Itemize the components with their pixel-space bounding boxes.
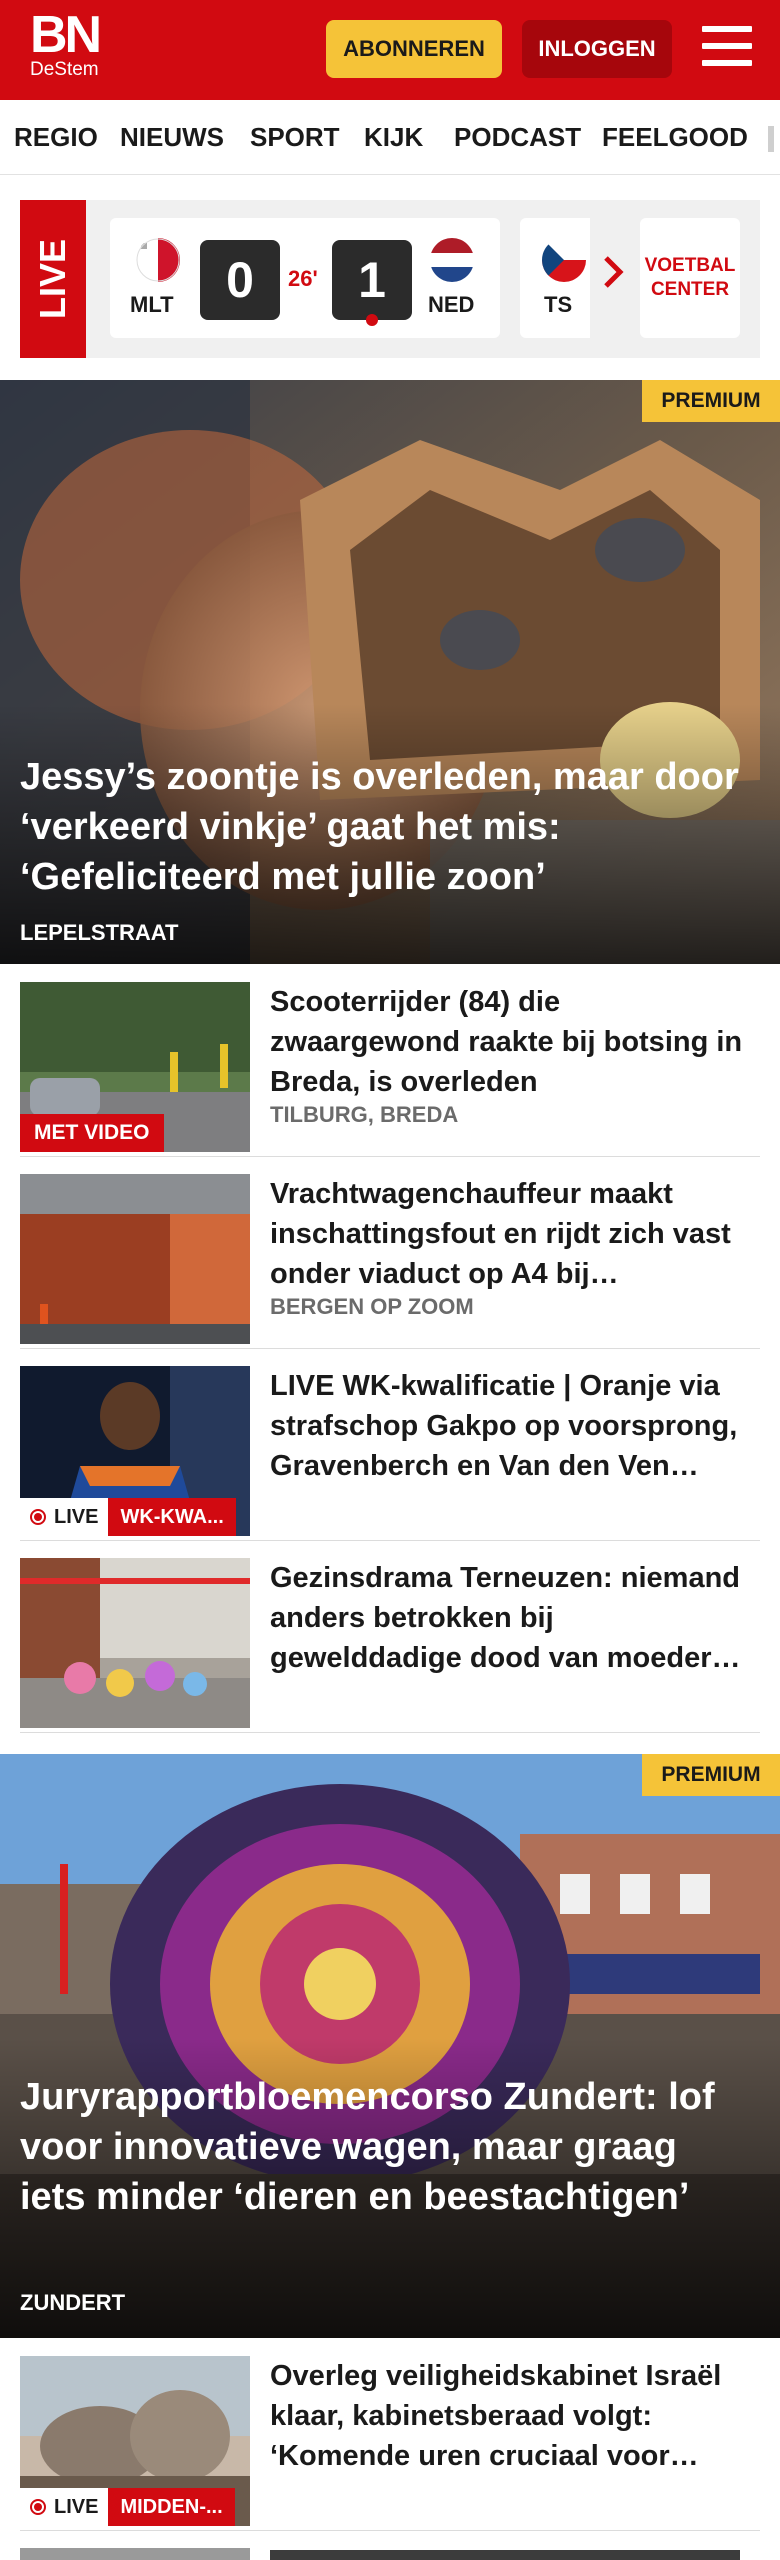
hero-title[interactable]: Jessy’s zoontje is overleden, maar door … xyxy=(20,752,740,902)
away-score: 1 xyxy=(332,240,412,320)
live-dot-label: LIVE xyxy=(20,1498,109,1536)
article-title[interactable]: Vrachtwagenchauffeur maakt inschattingsf… xyxy=(270,1174,750,1294)
voetbal-center-link[interactable]: VOETBAL CENTER xyxy=(640,218,740,338)
home-team: MLT xyxy=(130,292,174,317)
next-article-title-peek xyxy=(270,2550,740,2560)
next-article-thumbnail-peek xyxy=(20,2548,250,2560)
nav-item-podcast[interactable]: PODCAST xyxy=(454,122,581,153)
logo-sub: DeStem xyxy=(30,59,99,80)
list-item[interactable]: LIVE WK-KWA... LIVE WK-kwalificatie | Or… xyxy=(20,1348,760,1541)
nav-item-feelgood[interactable]: FEELGOOD xyxy=(602,122,748,153)
topic-badge: MIDDEN-... xyxy=(108,2488,235,2526)
hero-article[interactable]: PREMIUM Juryrapportbloemencorso Zundert:… xyxy=(0,1754,780,2338)
live-dot-icon xyxy=(30,1509,46,1525)
article-thumbnail xyxy=(20,1558,250,1728)
article-title[interactable]: Gezinsdrama Terneuzen: niemand anders be… xyxy=(270,1558,750,1678)
article-thumbnail: LIVE MIDDEN-... xyxy=(20,2356,250,2526)
article-location: BERGEN OP ZOOM xyxy=(270,1294,474,1319)
nav-overflow-hint xyxy=(768,126,774,152)
hero-location: ZUNDERT xyxy=(20,2290,126,2315)
live-dot-label: LIVE xyxy=(20,2488,109,2526)
logo-main: BN xyxy=(30,6,102,64)
article-title[interactable]: Scooterrijder (84) die zwaargewond raakt… xyxy=(270,982,750,1102)
chevron-right-icon[interactable] xyxy=(598,252,628,292)
away-team: NED xyxy=(428,292,475,317)
goal-indicator-icon xyxy=(366,314,378,326)
site-logo[interactable]: BN DeStem xyxy=(30,6,102,80)
nav-item-kijk[interactable]: KIJK xyxy=(364,122,423,153)
topic-badge: WK-KWA... xyxy=(108,1498,236,1536)
live-badge: LIVE WK-KWA... xyxy=(20,1498,236,1536)
list-item[interactable]: MET VIDEO Scooterrijder (84) die zwaarge… xyxy=(20,964,760,1157)
live-dot-icon xyxy=(30,2499,46,2515)
live-badge: LIVE MIDDEN-... xyxy=(20,2488,235,2526)
flag-netherlands-icon xyxy=(430,238,474,282)
next-team: TS xyxy=(544,292,573,317)
video-badge: MET VIDEO xyxy=(20,1114,164,1152)
login-button[interactable]: INLOGGEN xyxy=(522,20,672,78)
flag-malta-icon xyxy=(136,238,180,282)
article-thumbnail: LIVE WK-KWA... xyxy=(20,1366,250,1536)
live-label: LIVE xyxy=(20,200,86,358)
hamburger-icon[interactable] xyxy=(702,26,752,70)
nav-item-nieuws[interactable]: NIEUWS xyxy=(120,122,224,153)
list-item[interactable]: LIVE MIDDEN-... Overleg veiligheidskabin… xyxy=(20,2338,760,2531)
premium-badge: PREMIUM xyxy=(642,380,780,422)
nav-item-sport[interactable]: SPORT xyxy=(250,122,340,153)
list-item[interactable]: Gezinsdrama Terneuzen: niemand anders be… xyxy=(20,1540,760,1733)
premium-badge: PREMIUM xyxy=(642,1754,780,1796)
article-location: TILBURG, BREDA xyxy=(270,1102,459,1127)
hero-article[interactable]: PREMIUM Jessy’s zoontje is overleden, ma… xyxy=(0,380,780,964)
article-title[interactable]: Overleg veiligheidskabinet Israël klaar,… xyxy=(270,2356,750,2476)
section-nav: REGIO NIEUWS SPORT KIJK PODCAST FEELGOOD xyxy=(0,100,780,175)
site-header: BN DeStem ABONNEREN INLOGGEN xyxy=(0,0,780,100)
article-title[interactable]: LIVE WK-kwalificatie | Oranje via strafs… xyxy=(270,1366,750,1486)
hero-location: LEPELSTRAAT xyxy=(20,920,179,945)
flag-czechia-icon xyxy=(542,238,586,282)
match-card[interactable]: MLT 0 26' 1 NED xyxy=(110,218,500,338)
match-card-next[interactable]: TS xyxy=(520,218,590,338)
list-item[interactable]: Vrachtwagenchauffeur maakt inschattingsf… xyxy=(20,1156,760,1349)
home-score: 0 xyxy=(200,240,280,320)
hero-title[interactable]: Juryrapportbloemencorso Zundert: lof voo… xyxy=(20,2072,740,2222)
match-minute: 26' xyxy=(288,266,318,291)
article-thumbnail xyxy=(20,1174,250,1344)
article-thumbnail: MET VIDEO xyxy=(20,982,250,1152)
nav-item-regio[interactable]: REGIO xyxy=(14,122,98,153)
live-score-bar: LIVE MLT 0 26' 1 NED TS VOETBAL CENTER xyxy=(20,200,760,358)
subscribe-button[interactable]: ABONNEREN xyxy=(326,20,502,78)
